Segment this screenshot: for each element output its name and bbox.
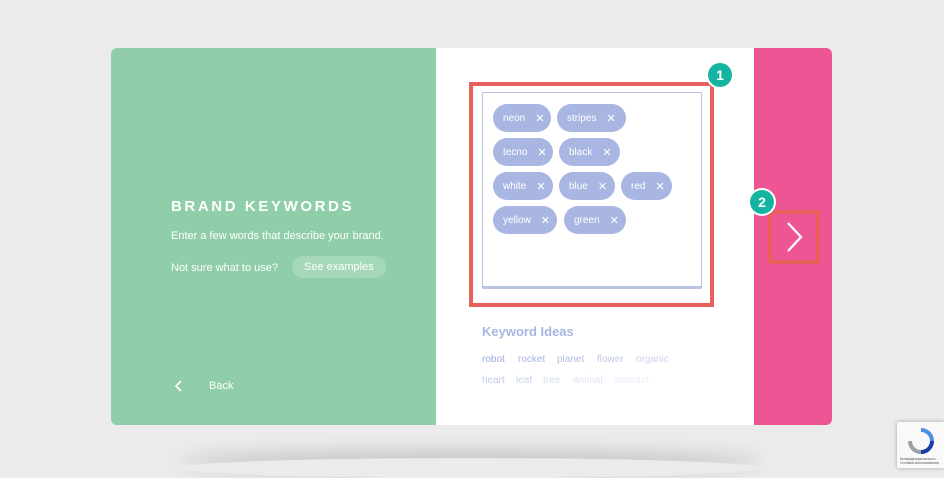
keyword-tag: red ✕ xyxy=(621,172,672,200)
keyword-ideas-title: Keyword Ideas xyxy=(482,324,574,339)
page-title: BRAND KEYWORDS xyxy=(171,198,355,215)
keyword-idea[interactable]: planet xyxy=(557,354,584,365)
keyword-tag: stripes ✕ xyxy=(557,104,626,132)
remove-icon[interactable]: ✕ xyxy=(610,214,619,227)
next-button[interactable] xyxy=(768,210,820,264)
keyword-tag: neon ✕ xyxy=(493,104,551,132)
remove-icon[interactable]: ✕ xyxy=(606,112,615,125)
remove-icon[interactable]: ✕ xyxy=(598,180,607,193)
keyword-tag-label: green xyxy=(574,214,600,226)
keyword-tag-label: yellow xyxy=(503,214,531,226)
keyword-tag-label: blue xyxy=(569,180,588,192)
keyword-input-area[interactable]: neon ✕ stripes ✕ tecno ✕ black ✕ white ✕… xyxy=(482,92,702,289)
remove-icon[interactable]: ✕ xyxy=(541,214,550,227)
keyword-tag: tecno ✕ xyxy=(493,138,553,166)
chevron-left-icon xyxy=(174,380,182,392)
chevron-right-icon xyxy=(787,222,803,252)
examples-hint: Not sure what to use? xyxy=(171,262,279,274)
back-button[interactable]: Back xyxy=(171,378,233,394)
recaptcha-icon xyxy=(908,428,934,454)
keyword-tag-label: red xyxy=(631,180,646,192)
remove-icon[interactable]: ✕ xyxy=(655,180,664,193)
recaptcha-badge[interactable]: Конфиденциальность · Условия использован… xyxy=(897,422,944,468)
keyword-idea[interactable]: leaf xyxy=(516,375,532,386)
keyword-idea[interactable]: organic xyxy=(636,354,669,365)
recaptcha-text: Конфиденциальность · Условия использован… xyxy=(900,457,939,465)
remove-icon[interactable]: ✕ xyxy=(602,146,611,159)
keyword-idea[interactable]: tree xyxy=(543,375,560,386)
page-subtitle: Enter a few words that describe your bra… xyxy=(171,230,384,242)
remove-icon[interactable]: ✕ xyxy=(535,112,544,125)
keyword-tag-label: white xyxy=(503,180,527,192)
step-badge-2: 2 xyxy=(750,190,774,214)
keyword-tag: yellow ✕ xyxy=(493,206,557,234)
back-label: Back xyxy=(209,380,234,392)
keyword-tag-label: stripes xyxy=(567,112,597,124)
keyword-idea[interactable]: abstract xyxy=(613,375,649,386)
keyword-tag-label: tecno xyxy=(503,146,528,158)
keyword-idea[interactable]: rocket xyxy=(518,354,545,365)
see-examples-button[interactable]: See examples xyxy=(292,256,386,278)
keyword-tag: white ✕ xyxy=(493,172,553,200)
keyword-tag-label: black xyxy=(569,146,593,158)
keyword-tag: blue ✕ xyxy=(559,172,615,200)
keyword-idea[interactable]: animal xyxy=(573,375,602,386)
intro-panel: BRAND KEYWORDS Enter a few words that de… xyxy=(111,48,436,425)
keyword-tag: black ✕ xyxy=(559,138,620,166)
keyword-panel: neon ✕ stripes ✕ tecno ✕ black ✕ white ✕… xyxy=(436,48,754,425)
keyword-idea[interactable]: robot xyxy=(482,354,505,365)
keyword-tag: green ✕ xyxy=(564,206,626,234)
card-shadow xyxy=(180,458,760,478)
next-panel xyxy=(754,48,832,425)
step-badge-1: 1 xyxy=(708,63,732,87)
keyword-idea[interactable]: heart xyxy=(482,375,505,386)
keyword-tag-label: neon xyxy=(503,112,526,124)
keyword-idea[interactable]: flower xyxy=(597,354,624,365)
remove-icon[interactable]: ✕ xyxy=(536,180,545,193)
remove-icon[interactable]: ✕ xyxy=(537,146,546,159)
